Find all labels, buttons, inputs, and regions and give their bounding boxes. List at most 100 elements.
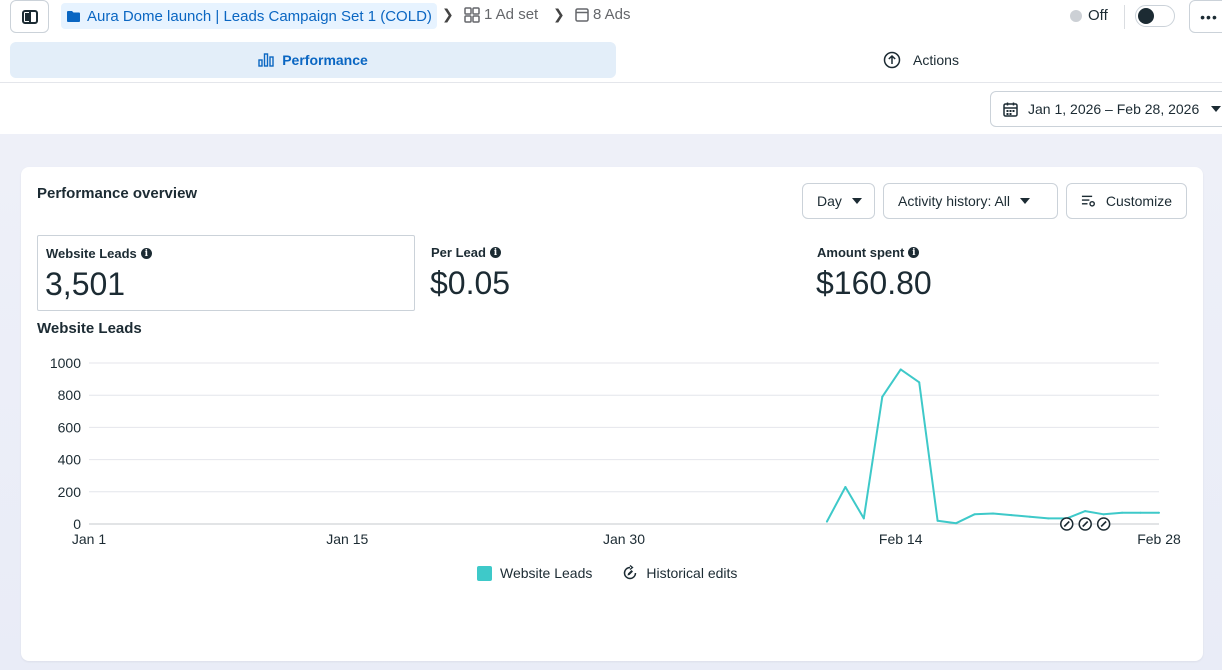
status-dot <box>1070 9 1082 22</box>
breadcrumb-ad-set[interactable]: 1 Ad set <box>464 6 538 23</box>
date-range-label: Jan 1, 2026 – Feb 28, 2026 <box>1028 101 1200 117</box>
y-tick-label: 1000 <box>50 355 81 371</box>
series-line-website-leads <box>826 368 1159 525</box>
x-tick-label: Jan 30 <box>603 531 645 547</box>
x-tick-label: Jan 1 <box>72 531 106 547</box>
data-point <box>1028 515 1031 518</box>
legend-label: Website Leads <box>500 565 593 581</box>
more-icon: ••• <box>1200 8 1218 25</box>
chevron-right-icon: ❯ <box>553 6 565 22</box>
data-point <box>936 519 939 522</box>
data-point <box>844 485 847 488</box>
tab-actions[interactable]: Actions <box>620 42 1222 78</box>
data-point <box>825 520 828 523</box>
data-point <box>955 522 958 525</box>
y-tick-label: 0 <box>73 516 81 532</box>
activity-history-label: Activity history: All <box>898 193 1011 209</box>
caret-down-icon <box>1020 198 1031 204</box>
metric-label-text: Website Leads <box>46 246 137 261</box>
data-point <box>1084 510 1087 513</box>
top-bar: Aura Dome launch | Leads Campaign Set 1 … <box>0 0 1222 34</box>
divider <box>1124 5 1125 29</box>
legend-label: Historical edits <box>646 565 738 581</box>
tab-performance[interactable]: Performance <box>10 42 616 78</box>
breadcrumb-campaign[interactable]: Aura Dome launch | Leads Campaign Set 1 … <box>61 3 437 29</box>
panel-icon <box>21 9 38 24</box>
customize-label: Customize <box>1105 193 1172 209</box>
metric-amount-spent[interactable]: Amount spent i $160.80 <box>809 235 1187 311</box>
metric-label-text: Per Lead <box>431 245 486 260</box>
granularity-dropdown[interactable]: Day <box>802 183 875 219</box>
tab-performance-label: Performance <box>282 52 368 68</box>
campaign-name: Aura Dome launch | Leads Campaign Set 1 … <box>87 7 432 25</box>
customize-icon <box>1081 195 1095 207</box>
grid-icon <box>464 6 480 23</box>
ad-icon <box>575 7 589 22</box>
card-title: Performance overview <box>37 185 198 202</box>
chart-title: Website Leads <box>37 320 142 337</box>
historical-edit-marker[interactable] <box>1078 517 1092 531</box>
metric-label: Amount spent i <box>817 245 920 260</box>
x-tick-label: Jan 15 <box>326 531 368 547</box>
calendar-icon <box>1003 102 1018 117</box>
ad-set-count: 1 Ad set <box>484 6 539 23</box>
metric-label: Per Lead i <box>431 245 501 260</box>
arrow-up-circle-icon <box>883 51 901 69</box>
status-label: Off <box>1088 7 1108 24</box>
breadcrumb-ads[interactable]: 8 Ads <box>575 6 631 23</box>
more-options-button[interactable]: ••• <box>1189 0 1222 33</box>
historical-edit-marker[interactable] <box>1096 517 1111 531</box>
data-point <box>1047 517 1050 520</box>
x-tick-label: Feb 14 <box>879 531 923 547</box>
data-point <box>1102 513 1105 516</box>
on-off-toggle[interactable] <box>1135 5 1175 27</box>
history-edit-icon <box>624 565 637 580</box>
date-range-picker[interactable]: Jan 1, 2026 – Feb 28, 2026 <box>990 91 1222 127</box>
customize-button[interactable]: Customize <box>1066 183 1187 219</box>
y-tick-label: 200 <box>58 484 82 500</box>
info-icon[interactable]: i <box>908 247 920 258</box>
metric-label: Website Leads i <box>46 246 152 261</box>
activity-history-dropdown[interactable]: Activity history: All <box>883 183 1058 219</box>
data-point <box>862 517 865 520</box>
bar-chart-icon <box>258 53 274 67</box>
data-point <box>1121 511 1124 514</box>
chart-legend: Website Leads Historical edits <box>477 565 737 581</box>
caret-down-icon <box>851 198 862 204</box>
metric-label-text: Amount spent <box>817 245 905 260</box>
granularity-label: Day <box>817 193 842 209</box>
chevron-right-icon: ❯ <box>442 6 454 22</box>
data-point <box>991 512 994 515</box>
data-point <box>1010 514 1013 517</box>
data-point <box>881 395 884 398</box>
data-point <box>918 381 921 384</box>
metric-per-lead[interactable]: Per Lead i $0.05 <box>423 235 801 311</box>
website-leads-chart: 0 200 400 600 800 1000 Jan 1 Jan 15 Jan 30 Feb 14… <box>50 355 1181 547</box>
y-tick-label: 400 <box>58 452 82 468</box>
data-point <box>1139 511 1142 514</box>
metric-value: 3,501 <box>45 266 126 302</box>
metric-value: $0.05 <box>430 265 511 301</box>
data-point <box>899 368 902 371</box>
sidebar-toggle-button[interactable] <box>10 0 49 33</box>
x-tick-label: Feb 28 <box>1137 531 1181 547</box>
legend-swatch <box>477 565 492 581</box>
legend-item-historical-edits[interactable]: Historical edits <box>622 565 737 581</box>
legend-item-website-leads[interactable]: Website Leads <box>477 565 592 581</box>
data-point <box>1158 511 1160 514</box>
info-icon[interactable]: i <box>140 248 152 259</box>
historical-edit-marker[interactable] <box>1060 517 1074 531</box>
y-tick-label: 600 <box>58 419 82 435</box>
toggle-knob <box>1138 8 1154 24</box>
performance-overview-card: Performance overview Day Activity histor… <box>21 167 1203 661</box>
info-icon[interactable]: i <box>489 247 501 258</box>
y-tick-label: 800 <box>58 387 82 403</box>
metric-website-leads[interactable]: Website Leads i 3,501 <box>37 235 415 311</box>
status-indicator: Off <box>1070 7 1108 24</box>
tab-actions-label: Actions <box>913 52 959 68</box>
folder-icon <box>67 10 80 22</box>
data-point <box>973 513 976 516</box>
tabs-divider <box>0 82 1222 83</box>
metric-value: $160.80 <box>816 265 932 301</box>
caret-down-icon <box>1211 106 1222 112</box>
